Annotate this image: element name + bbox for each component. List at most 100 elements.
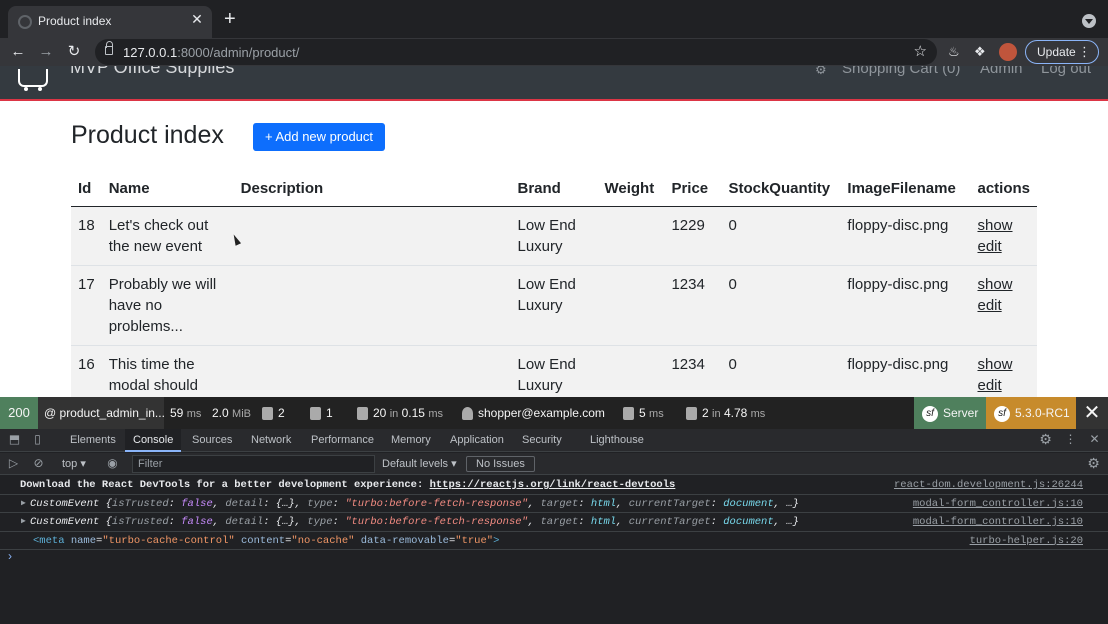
settings-icon[interactable]: ⚙ bbox=[815, 66, 827, 78]
cart-logo-icon[interactable] bbox=[18, 69, 48, 91]
tab-sources[interactable]: Sources bbox=[192, 429, 232, 452]
browser-tab[interactable]: Product index ✕ bbox=[8, 6, 212, 38]
server-panel[interactable]: sf Server bbox=[914, 397, 986, 429]
cell-stock: 0 bbox=[721, 265, 841, 346]
forward-arrow-icon[interactable]: → bbox=[36, 41, 56, 63]
cell-actions: show edit bbox=[970, 206, 1037, 266]
context-selector[interactable]: top ▾ bbox=[62, 457, 86, 470]
cell-brand: Low End Luxury bbox=[510, 206, 598, 266]
cell-actions: show edit bbox=[970, 265, 1037, 346]
database-panel[interactable]: 2 in 4.78 ms bbox=[686, 397, 765, 429]
back-arrow-icon[interactable]: ← bbox=[8, 41, 28, 63]
logs-panel[interactable]: 1 bbox=[310, 397, 333, 429]
nav-logout[interactable]: Log out bbox=[1041, 66, 1091, 77]
inspect-element-icon[interactable]: ⬒ bbox=[8, 433, 21, 446]
expand-triangle-icon[interactable]: ▶ bbox=[21, 495, 26, 513]
devtools-panel: ⬒ ▯ Elements Console Sources Network Per… bbox=[0, 429, 1108, 624]
add-new-product-button[interactable]: + Add new product bbox=[253, 123, 385, 151]
console-message[interactable]: ▶ CustomEvent {isTrusted: false, detail:… bbox=[0, 495, 1108, 513]
show-link[interactable]: show bbox=[977, 215, 1030, 236]
issues-button[interactable]: No Issues bbox=[466, 456, 535, 472]
close-toolbar-icon[interactable]: ✕ bbox=[1076, 397, 1108, 429]
cell-weight bbox=[597, 345, 665, 397]
bookmark-star-icon[interactable]: ☆ bbox=[914, 42, 927, 60]
url-host: 127.0.0.1 bbox=[123, 45, 178, 60]
message-source-link[interactable]: modal-form_controller.js:10 bbox=[913, 513, 1083, 531]
tab-network[interactable]: Network bbox=[251, 429, 291, 452]
tab-security[interactable]: Security bbox=[522, 429, 562, 452]
cell-image: floppy-disc.png bbox=[840, 265, 971, 346]
update-button[interactable]: Update ⋮ bbox=[1025, 40, 1099, 64]
security-panel[interactable]: shopper@example.com bbox=[462, 397, 605, 429]
symfony-version-panel[interactable]: sf 5.3.0-RC1 bbox=[986, 397, 1076, 429]
console-message[interactable]: <meta name="turbo-cache-control" content… bbox=[0, 532, 1108, 550]
message-source-link[interactable]: modal-form_controller.js:10 bbox=[913, 495, 1083, 513]
nav-shopping-cart[interactable]: Shopping Cart (0) bbox=[842, 66, 960, 77]
flame-extension-icon[interactable]: ♨ bbox=[948, 44, 960, 60]
memory-value: 2.0 bbox=[212, 406, 229, 420]
console-settings-icon[interactable]: ⚙ bbox=[1087, 456, 1100, 470]
site-navbar: MVP Office Supplies ⚙ Shopping Cart (0) … bbox=[0, 66, 1108, 101]
console-message[interactable]: ▶ CustomEvent {isTrusted: false, detail:… bbox=[0, 513, 1108, 532]
url-text[interactable]: 127.0.0.1:8000/admin/product/ bbox=[123, 45, 299, 60]
cache-in: in bbox=[389, 408, 399, 420]
tab-close-icon[interactable]: ✕ bbox=[188, 11, 206, 28]
console-prompt-icon[interactable]: › bbox=[8, 549, 12, 563]
server-label: Server bbox=[943, 406, 979, 420]
cell-stock: 0 bbox=[721, 345, 841, 397]
message-source-link[interactable]: turbo-helper.js:20 bbox=[970, 532, 1083, 550]
memory-usage[interactable]: 2.0 MiB bbox=[212, 397, 251, 429]
symfony-debug-toolbar: 200 @ product_admin_in... 59 ms 2.0 MiB … bbox=[0, 397, 1108, 429]
close-devtools-icon[interactable]: ✕ bbox=[1088, 433, 1101, 446]
route-name[interactable]: @ product_admin_in... bbox=[38, 397, 164, 429]
column-header: Name bbox=[101, 173, 234, 207]
more-options-icon[interactable]: ⋮ bbox=[1064, 433, 1077, 446]
kebab-menu-icon[interactable]: ⋮ bbox=[1078, 41, 1091, 63]
edit-link[interactable]: edit bbox=[977, 236, 1030, 257]
clear-console-icon[interactable]: ⊘ bbox=[32, 457, 45, 470]
tab-console[interactable]: Console bbox=[125, 429, 182, 452]
eye-icon[interactable]: ◉ bbox=[106, 457, 119, 470]
tab-search-icon[interactable] bbox=[1082, 14, 1096, 28]
sidebar-toggle-icon[interactable]: ▷ bbox=[7, 457, 20, 470]
page-viewport: MVP Office Supplies ⚙ Shopping Cart (0) … bbox=[0, 66, 1108, 397]
site-brand[interactable]: MVP Office Supplies bbox=[70, 66, 234, 78]
nav-admin[interactable]: Admin bbox=[980, 66, 1023, 77]
status-code-badge[interactable]: 200 bbox=[0, 397, 38, 429]
cache-panel[interactable]: 20 in 0.15 ms bbox=[357, 397, 443, 429]
show-link[interactable]: show bbox=[977, 354, 1030, 375]
new-tab-icon[interactable]: + bbox=[224, 9, 236, 29]
edit-link[interactable]: edit bbox=[977, 295, 1030, 316]
cache-count: 20 bbox=[373, 406, 387, 420]
device-toolbar-icon[interactable]: ▯ bbox=[31, 433, 44, 446]
address-bar[interactable]: 127.0.0.1:8000/admin/product/ ☆ bbox=[95, 39, 937, 65]
message-link[interactable]: https://reactjs.org/link/react-devtools bbox=[430, 479, 676, 491]
request-time[interactable]: 59 ms bbox=[170, 397, 201, 429]
message-source-link[interactable]: react-dom.development.js:26244 bbox=[894, 476, 1083, 494]
edit-link[interactable]: edit bbox=[977, 375, 1030, 396]
message-text: Download the React DevTools for a better… bbox=[20, 479, 430, 491]
reload-icon[interactable]: ↻ bbox=[64, 41, 84, 63]
puzzle-extensions-icon[interactable]: ❖ bbox=[974, 44, 986, 60]
event-type: "turbo:before-fetch-response" bbox=[345, 516, 528, 528]
log-levels-value: Default levels bbox=[382, 458, 449, 470]
column-header: StockQuantity bbox=[721, 173, 841, 207]
cell-description bbox=[233, 206, 511, 266]
tab-application[interactable]: Application bbox=[450, 429, 504, 452]
tab-elements[interactable]: Elements bbox=[70, 429, 116, 452]
tab-memory[interactable]: Memory bbox=[391, 429, 431, 452]
gear-icon[interactable]: ⚙ bbox=[1039, 432, 1052, 446]
twig-panel[interactable]: 5 ms bbox=[623, 397, 664, 429]
cell-weight bbox=[597, 265, 665, 346]
cell-id: 18 bbox=[71, 206, 102, 266]
expand-triangle-icon[interactable]: ▶ bbox=[21, 513, 26, 531]
console-filter-input[interactable] bbox=[132, 455, 375, 473]
show-link[interactable]: show bbox=[977, 274, 1030, 295]
profile-avatar[interactable] bbox=[999, 43, 1017, 61]
tab-lighthouse[interactable]: Lighthouse bbox=[590, 429, 644, 452]
forms-panel[interactable]: 2 bbox=[262, 397, 285, 429]
db-unit: ms bbox=[750, 408, 766, 420]
log-levels-dropdown[interactable]: Default levels ▾ bbox=[382, 457, 457, 470]
tab-performance[interactable]: Performance bbox=[311, 429, 374, 452]
cache-unit: ms bbox=[428, 408, 443, 420]
